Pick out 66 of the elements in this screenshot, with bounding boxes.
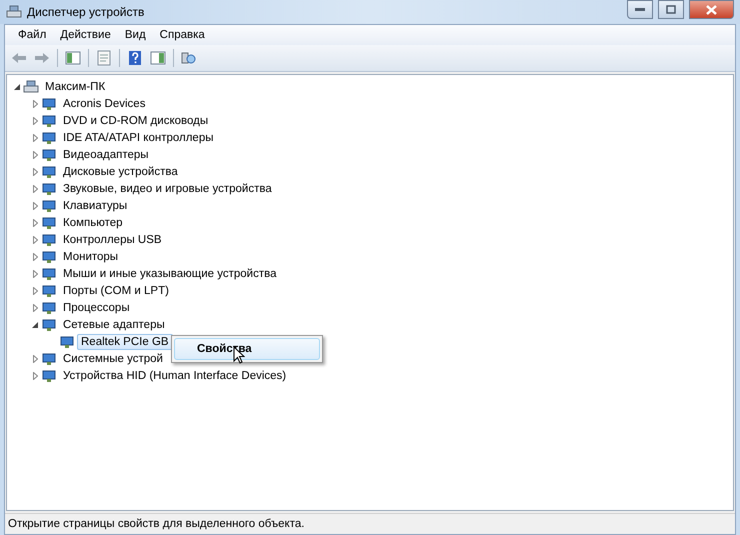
device-icon — [41, 96, 57, 112]
device-icon — [41, 112, 57, 128]
device-icon — [41, 214, 57, 230]
device-icon — [59, 334, 75, 350]
expand-icon[interactable] — [32, 236, 38, 244]
expand-icon[interactable] — [32, 100, 38, 108]
device-icon — [41, 350, 57, 366]
device-icon — [41, 146, 57, 162]
expand-icon[interactable] — [32, 116, 38, 124]
tree-item[interactable]: Контроллеры USB — [59, 232, 166, 248]
tree-item[interactable]: Максим-ПК — [41, 78, 110, 94]
expand-icon[interactable] — [32, 286, 38, 294]
tree-item[interactable]: Realtek PCIe GB — [77, 334, 173, 350]
device-icon — [41, 164, 57, 180]
expand-icon[interactable] — [32, 168, 38, 176]
expand-icon[interactable] — [32, 354, 38, 362]
menu-item[interactable]: Вид — [118, 29, 153, 41]
tree-item[interactable]: Процессоры — [59, 300, 134, 316]
tree-item[interactable]: Системные устрой — [59, 350, 167, 366]
tree-item[interactable]: Устройства HID (Human Interface Devices) — [59, 368, 290, 384]
device-icon — [41, 300, 57, 316]
app-icon — [6, 5, 22, 19]
tree-item[interactable]: Сетевые адаптеры — [59, 316, 169, 332]
tree-item[interactable]: Мыши и иные указывающие устройства — [59, 266, 281, 282]
tree-item[interactable]: DVD и CD-ROM дисководы — [59, 112, 212, 128]
collapse-icon[interactable] — [32, 322, 38, 328]
tree-item[interactable]: Мониторы — [59, 248, 122, 264]
tree-item[interactable]: IDE ATA/ATAPI контроллеры — [59, 130, 218, 146]
device-icon — [41, 368, 57, 384]
device-icon — [41, 232, 57, 248]
minimize-button[interactable] — [627, 0, 653, 19]
device-icon — [41, 266, 57, 282]
device-icon — [41, 316, 57, 332]
tree-item[interactable]: Видеоадаптеры — [59, 146, 153, 162]
expand-icon[interactable] — [32, 184, 38, 192]
expand-icon[interactable] — [32, 372, 38, 380]
expand-icon[interactable] — [32, 270, 38, 278]
close-button[interactable] — [689, 0, 734, 19]
close-icon — [706, 4, 717, 14]
expand-icon[interactable] — [32, 218, 38, 226]
device-icon — [41, 248, 57, 264]
tree-item[interactable]: Acronis Devices — [59, 96, 150, 112]
maximize-icon — [666, 5, 676, 14]
expand-icon[interactable] — [32, 252, 38, 260]
window-title: Диспетчер устройств — [27, 5, 146, 19]
collapse-icon[interactable] — [14, 84, 20, 90]
menu-item[interactable]: Файл — [11, 29, 54, 41]
menu-item[interactable]: Справка — [152, 29, 212, 41]
expand-icon[interactable] — [32, 202, 38, 210]
minimize-icon — [635, 8, 645, 12]
expand-icon[interactable] — [32, 304, 38, 312]
device-icon — [41, 198, 57, 214]
tree-item[interactable]: Клавиатуры — [59, 198, 132, 214]
device-icon — [41, 130, 57, 146]
tree-item[interactable]: Порты (COM и LPT) — [59, 282, 173, 298]
status-text: Открытие страницы свойств для выделенного объекта. — [8, 518, 304, 530]
device-icon — [41, 180, 57, 196]
computer-icon — [23, 78, 39, 94]
tree-item[interactable]: Компьютер — [59, 214, 127, 230]
menu-item[interactable]: Действие — [53, 29, 118, 41]
maximize-button[interactable] — [658, 0, 684, 19]
device-icon — [41, 282, 57, 298]
expand-icon[interactable] — [32, 134, 38, 142]
tree-item[interactable]: Дисковые устройства — [59, 164, 182, 180]
tree-item[interactable]: Звуковые, видео и игровые устройства — [59, 180, 276, 196]
expand-icon[interactable] — [32, 150, 38, 158]
